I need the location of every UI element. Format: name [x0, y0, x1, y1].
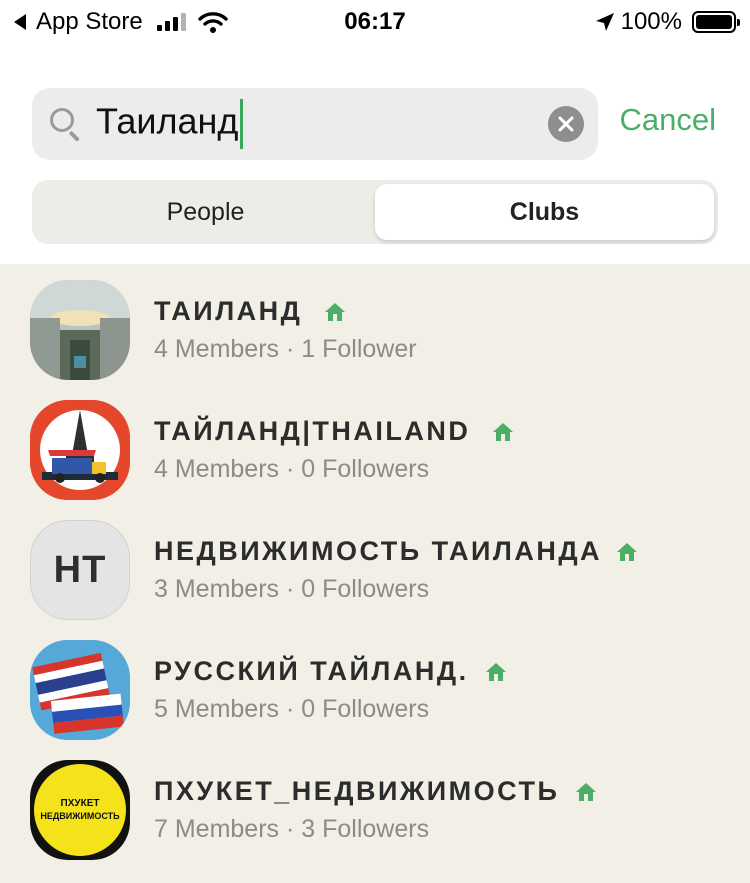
club-name: ПХУКЕТ_НЕДВИЖИМОСТЬ — [154, 776, 597, 807]
logo-text-line1: ПХУКЕТ — [60, 798, 100, 809]
location-arrow-icon — [595, 13, 614, 31]
search-icon — [48, 106, 84, 142]
search-row: Таиланд Cancel — [32, 88, 720, 160]
logo-badge: ПХУКЕТ НЕДВИЖИМОСТЬ — [34, 764, 126, 856]
text-cursor — [240, 99, 244, 149]
club-stats: 4 Members · 1 Follower — [154, 335, 417, 363]
club-name: РУССКИЙ ТАЙЛАНД. — [154, 656, 507, 687]
tab-people[interactable]: People — [36, 184, 375, 240]
search-scope-tabs: People Clubs — [32, 180, 718, 244]
club-row[interactable]: ТАИЛАНД 4 Members · 1 Follower — [0, 270, 750, 390]
back-app-label: App Store — [36, 8, 143, 35]
club-avatar — [30, 640, 130, 740]
logo-text-line2: НЕДВИЖИМОСТЬ — [40, 811, 120, 821]
club-avatar: НТ — [30, 520, 130, 620]
wifi-icon — [198, 12, 228, 33]
club-avatar — [30, 280, 130, 380]
cancel-button[interactable]: Cancel — [620, 102, 717, 138]
clear-search-button[interactable] — [548, 106, 584, 142]
club-row[interactable]: ТАЙЛАНД|THAILAND 4 Members · 0 Followers — [0, 390, 750, 510]
home-icon — [576, 782, 597, 801]
club-avatar: ПХУКЕТ НЕДВИЖИМОСТЬ — [30, 760, 130, 860]
club-row[interactable]: РУССКИЙ ТАЙЛАНД. 5 Members · 0 Followers — [0, 630, 750, 750]
home-icon — [325, 302, 346, 321]
club-results-list: ТАИЛАНД 4 Members · 1 Follower ТАЙЛАНД|T… — [0, 264, 750, 883]
club-stats: 3 Members · 0 Followers — [154, 575, 430, 603]
close-icon — [558, 116, 574, 132]
club-name: ТАЙЛАНД|THAILAND — [154, 416, 514, 447]
battery-icon — [692, 11, 740, 33]
tab-clubs[interactable]: Clubs — [375, 184, 714, 240]
back-to-app[interactable]: App Store — [14, 8, 228, 36]
club-name: НЕДВИЖИМОСТЬ ТАИЛАНДА — [154, 536, 638, 567]
club-stats: 5 Members · 0 Followers — [154, 695, 430, 723]
club-avatar — [30, 400, 130, 500]
club-row[interactable]: НТ НЕДВИЖИМОСТЬ ТАИЛАНДА 3 Members · 0 F… — [0, 510, 750, 630]
cellular-signal-icon — [156, 13, 186, 31]
club-row[interactable]: ПХУКЕТ НЕДВИЖИМОСТЬ ПХУКЕТ_НЕДВИЖИМОСТЬ … — [0, 750, 750, 870]
club-stats: 7 Members · 3 Followers — [154, 815, 430, 843]
home-icon — [617, 542, 638, 561]
club-initials: НТ — [53, 548, 107, 591]
temple-tuktuk-image — [30, 400, 130, 500]
status-bar: App Store 06:17 100% — [0, 0, 750, 44]
city-photo-image — [30, 280, 130, 380]
back-arrow-icon — [14, 14, 26, 30]
thai-russian-flags-image — [30, 640, 130, 740]
home-icon — [485, 662, 506, 681]
battery-percentage: 100% — [620, 8, 682, 35]
search-field[interactable]: Таиланд — [32, 88, 598, 160]
search-input[interactable]: Таиланд — [96, 99, 244, 149]
club-stats: 4 Members · 0 Followers — [154, 455, 430, 483]
home-icon — [493, 422, 514, 441]
club-name: ТАИЛАНД — [154, 296, 417, 327]
